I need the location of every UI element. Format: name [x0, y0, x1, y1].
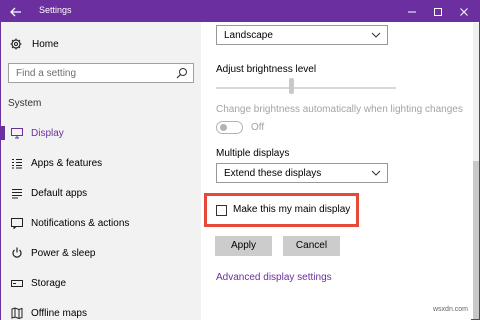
active-indicator — [1, 126, 5, 140]
auto-brightness-label: Change brightness automatically when lig… — [216, 104, 463, 115]
sidebar-item-power-sleep[interactable]: Power & sleep — [1, 242, 201, 264]
toggle-knob — [220, 124, 227, 131]
default-apps-icon — [10, 188, 24, 199]
title-bar: Settings — [1, 1, 479, 22]
auto-brightness-state: Off — [251, 122, 265, 133]
sidebar-item-notifications[interactable]: Notifications & actions — [1, 212, 201, 234]
close-button[interactable] — [451, 1, 477, 22]
watermark: wsxdn.com — [433, 306, 469, 313]
brightness-label: Adjust brightness level — [216, 64, 317, 75]
chevron-down-icon — [371, 32, 381, 38]
minimize-icon — [408, 11, 416, 12]
sidebar-item-label: Apps & features — [31, 157, 103, 169]
monitor-icon — [10, 127, 24, 139]
back-button[interactable] — [1, 1, 31, 22]
search-icon[interactable] — [176, 67, 188, 79]
apps-list-icon — [10, 158, 24, 169]
home-nav[interactable]: Home — [10, 38, 59, 50]
main-display-label[interactable]: Make this my main display — [233, 204, 350, 215]
scrollbar-thumb[interactable] — [473, 161, 479, 319]
map-icon — [10, 307, 24, 319]
sidebar-item-label: Power & sleep — [31, 247, 96, 259]
apply-button[interactable]: Apply — [215, 236, 272, 256]
sidebar-item-label: Default apps — [31, 187, 88, 199]
back-arrow-icon — [10, 7, 21, 16]
settings-window: Settings Home Find a setting System Disp… — [0, 0, 480, 320]
close-icon — [460, 7, 468, 16]
maximize-button[interactable] — [425, 1, 451, 22]
search-placeholder: Find a setting — [16, 68, 77, 79]
scrollbar[interactable] — [473, 23, 479, 319]
window-title: Settings — [39, 5, 72, 15]
display-settings-panel: Landscape Adjust brightness level Change… — [201, 22, 471, 320]
home-label: Home — [32, 38, 59, 50]
multiple-displays-dropdown[interactable]: Extend these displays — [216, 163, 388, 183]
sidebar-item-apps-features[interactable]: Apps & features — [1, 152, 201, 174]
maximize-icon — [434, 7, 442, 16]
cancel-button[interactable]: Cancel — [283, 236, 340, 256]
section-label: System — [8, 98, 42, 109]
storage-icon — [10, 278, 24, 289]
multiple-displays-label: Multiple displays — [216, 148, 290, 159]
sidebar-item-label: Notifications & actions — [31, 217, 130, 229]
brightness-slider-thumb[interactable] — [289, 78, 294, 94]
orientation-value: Landscape — [224, 30, 273, 41]
sidebar-item-display[interactable]: Display — [1, 122, 201, 144]
orientation-dropdown[interactable]: Landscape — [216, 25, 388, 45]
auto-brightness-toggle[interactable] — [216, 121, 243, 134]
power-icon — [10, 247, 24, 259]
sidebar-item-storage[interactable]: Storage — [1, 272, 201, 294]
minimize-button[interactable] — [399, 1, 425, 22]
sidebar: Home Find a setting System Display Apps … — [1, 22, 201, 320]
advanced-display-settings-link[interactable]: Advanced display settings — [216, 272, 332, 283]
sidebar-item-offline-maps[interactable]: Offline maps — [1, 302, 201, 320]
notifications-icon — [10, 217, 24, 229]
main-display-checkbox[interactable] — [216, 205, 227, 216]
sidebar-item-default-apps[interactable]: Default apps — [1, 182, 201, 204]
gear-icon — [10, 38, 22, 50]
sidebar-item-label: Offline maps — [31, 307, 87, 319]
search-input[interactable]: Find a setting — [8, 63, 194, 83]
brightness-slider-track[interactable] — [216, 87, 396, 89]
sidebar-item-label: Display — [31, 127, 64, 139]
chevron-down-icon — [371, 170, 381, 176]
multiple-displays-value: Extend these displays — [224, 168, 322, 179]
sidebar-item-label: Storage — [31, 277, 67, 289]
